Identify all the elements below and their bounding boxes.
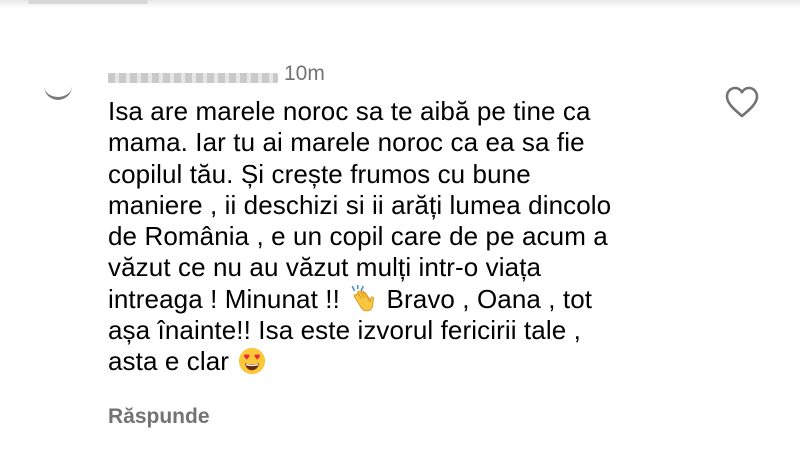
comment-time: 10m xyxy=(284,62,325,85)
username[interactable]: username xyxy=(108,73,278,83)
reply-button[interactable]: Răspunde xyxy=(108,405,210,429)
clapping-hands-emoji xyxy=(351,284,375,312)
comment-line: Isa are marele noroc sa te aibă pe tine … xyxy=(108,96,591,126)
comment-text: Isa are marele noroc sa te aibă pe tine … xyxy=(108,96,708,378)
heart-eyes-emoji xyxy=(239,348,266,375)
comment-line-part: asta e clar xyxy=(108,346,237,377)
comment-line: maniere , ii deschizi si ii arăți lumea … xyxy=(108,189,612,220)
comment-line: de România , e un copil care de pe acum … xyxy=(108,221,608,252)
comment-line: mama. Iar tu ai marele noroc ca ea sa fi… xyxy=(108,127,585,158)
like-heart-icon[interactable] xyxy=(724,85,760,119)
comment-line: asta e clar xyxy=(108,346,708,377)
avatar[interactable] xyxy=(44,86,72,118)
top-edge xyxy=(0,0,800,8)
comment-line: așa înainte!! Isa este izvorul fericirii… xyxy=(108,315,581,346)
comment-line: intreaga ! Minunat !! Bravo , Oana , tot xyxy=(108,284,708,315)
avatar-edge xyxy=(44,86,72,100)
comment-meta: username 10m xyxy=(108,58,325,86)
comment-line: copilul tău. Și crește frumos cu bune xyxy=(108,158,531,189)
comment-line-part: Bravo , Oana , tot xyxy=(379,283,593,314)
comment-line: văzut ce nu au văzut mulți intr-o viața xyxy=(108,252,542,283)
previous-content-edge xyxy=(28,0,148,4)
comment-line-part: intreaga ! Minunat !! xyxy=(108,283,348,314)
